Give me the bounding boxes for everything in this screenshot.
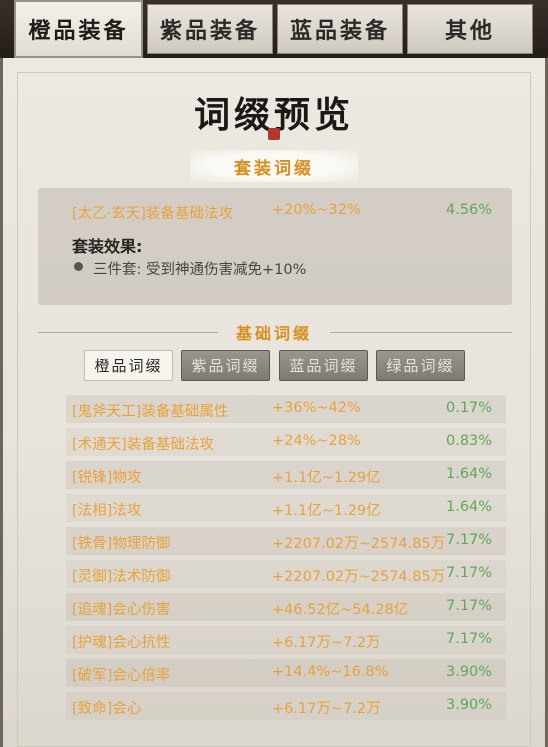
affix-name: [破军]会心倍率 bbox=[72, 668, 171, 684]
affix-name: [鬼斧天工]装备基础属性 bbox=[72, 404, 229, 420]
affix-rate: 0.17% bbox=[446, 400, 493, 416]
affix-rate: 0.83% bbox=[446, 433, 493, 449]
affix-range: +2207.02万~2574.85万 bbox=[272, 536, 446, 552]
affix-range: +14.4%~16.8% bbox=[272, 664, 389, 680]
affix-range: +36%~42% bbox=[272, 400, 361, 416]
set-affix-rate: 4.56% bbox=[446, 202, 493, 218]
affix-name: [术通天]装备基础法攻 bbox=[72, 437, 214, 453]
affix-range: +1.1亿~1.29亿 bbox=[272, 470, 381, 486]
tab-other[interactable]: 其他 bbox=[407, 4, 533, 54]
affix-row: [术通天]装备基础法攻 +24%~28% 0.83% bbox=[66, 428, 506, 456]
affix-row: [护魂]会心抗性 +6.17万~7.2万 7.17% bbox=[66, 626, 506, 654]
affix-rate: 3.90% bbox=[446, 697, 493, 713]
divider-right bbox=[330, 332, 512, 333]
set-affix-name: [太乙·玄天]装备基础法攻 bbox=[72, 206, 233, 222]
seal-icon bbox=[268, 128, 280, 140]
divider-left bbox=[38, 332, 218, 333]
top-tab-bar: 橙品装备 紫品装备 蓝品装备 其他 bbox=[0, 0, 548, 58]
affix-name: [致命]会心 bbox=[72, 701, 142, 717]
basic-affix-title: 基础词缀 bbox=[235, 324, 312, 343]
affix-range: +24%~28% bbox=[272, 433, 361, 449]
affix-rate: 7.17% bbox=[446, 598, 493, 614]
affix-row: [追魂]会心伤害 +46.52亿~54.28亿 7.17% bbox=[66, 593, 506, 621]
affix-name: [护魂]会心抗性 bbox=[72, 635, 171, 651]
tab-orange-equipment[interactable]: 橙品装备 bbox=[14, 0, 143, 58]
affix-rate: 1.64% bbox=[446, 466, 493, 482]
affix-row: [致命]会心 +6.17万~7.2万 3.90% bbox=[66, 692, 506, 720]
tab-purple-equipment[interactable]: 紫品装备 bbox=[147, 4, 273, 54]
affix-row: [灵御]法术防御 +2207.02万~2574.85万 7.17% bbox=[66, 560, 506, 588]
affix-rate: 3.90% bbox=[446, 664, 493, 680]
affix-name: [追魂]会心伤害 bbox=[72, 602, 171, 618]
affix-range: +6.17万~7.2万 bbox=[272, 635, 381, 651]
subtab-purple-affix[interactable]: 紫品词缀 bbox=[181, 350, 270, 381]
affix-rate: 1.64% bbox=[446, 499, 493, 515]
subtab-orange-affix[interactable]: 橙品词缀 bbox=[84, 350, 173, 381]
affix-row: [铁骨]物理防御 +2207.02万~2574.85万 7.17% bbox=[66, 527, 506, 555]
affix-rate: 7.17% bbox=[446, 532, 493, 548]
affix-range: +6.17万~7.2万 bbox=[272, 701, 381, 717]
affix-row: [法相]法攻 +1.1亿~1.29亿 1.64% bbox=[66, 494, 506, 522]
subtab-blue-affix[interactable]: 蓝品词缀 bbox=[279, 350, 368, 381]
tab-blue-equipment[interactable]: 蓝品装备 bbox=[277, 4, 403, 54]
set-effect-text: 三件套: 受到神通伤害减免+10% bbox=[93, 262, 307, 278]
affix-range: +2207.02万~2574.85万 bbox=[272, 569, 446, 585]
affix-row: [锐锋]物攻 +1.1亿~1.29亿 1.64% bbox=[66, 461, 506, 489]
affix-name: [锐锋]物攻 bbox=[72, 470, 142, 486]
affix-row: [破军]会心倍率 +14.4%~16.8% 3.90% bbox=[66, 659, 506, 687]
bullet-icon bbox=[74, 262, 83, 271]
subtab-green-affix[interactable]: 绿品词缀 bbox=[376, 350, 465, 381]
affix-name: [铁骨]物理防御 bbox=[72, 536, 171, 552]
set-affix-banner: 套装词缀 bbox=[190, 150, 358, 182]
affix-range: +46.52亿~54.28亿 bbox=[272, 602, 409, 618]
affix-rate: 7.17% bbox=[446, 565, 493, 581]
affix-rate: 7.17% bbox=[446, 631, 493, 647]
set-affix-range: +20%~32% bbox=[272, 202, 361, 218]
affix-row: [鬼斧天工]装备基础属性 +36%~42% 0.17% bbox=[66, 395, 506, 423]
affix-name: [法相]法攻 bbox=[72, 503, 142, 519]
affix-range: +1.1亿~1.29亿 bbox=[272, 503, 381, 519]
affix-name: [灵御]法术防御 bbox=[72, 569, 171, 585]
set-effect-label: 套装效果: bbox=[72, 237, 143, 256]
